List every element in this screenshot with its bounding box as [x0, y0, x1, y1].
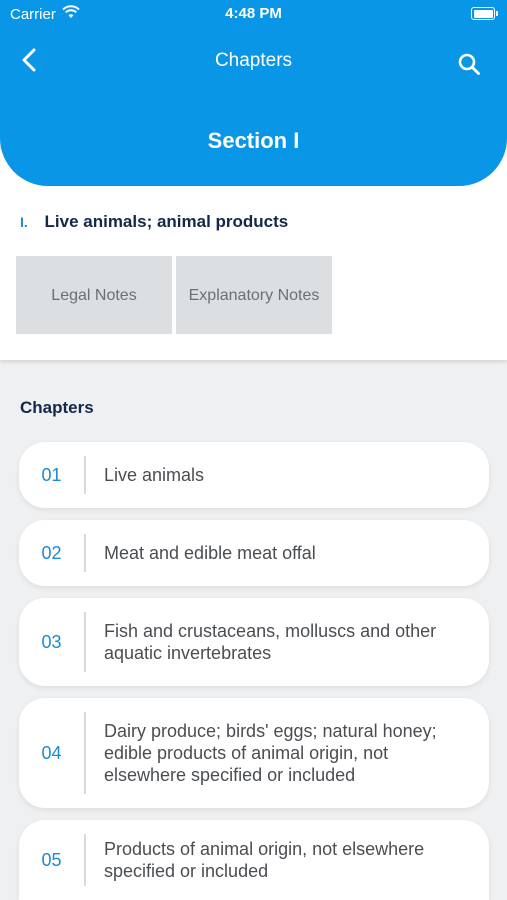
- status-time: 4:48 PM: [225, 5, 282, 22]
- chapter-item-01[interactable]: 01 Live animals: [19, 442, 489, 508]
- chapter-code: 01: [41, 464, 62, 485]
- section-heading: I. Live animals; animal products: [20, 212, 288, 232]
- legal-notes-button[interactable]: Legal Notes: [16, 256, 172, 334]
- chapter-code: 05: [41, 849, 62, 870]
- chapter-title: Dairy produce; birds' eggs; natural hone…: [104, 721, 437, 785]
- header: Carrier 4:48 PM Chapters Section I: [0, 0, 507, 186]
- chapter-item-04[interactable]: 04 Dairy produce; birds' eggs; natural h…: [19, 698, 489, 808]
- status-bar: Carrier 4:48 PM: [0, 0, 507, 28]
- explanatory-notes-button[interactable]: Explanatory Notes: [176, 256, 332, 334]
- chapter-title: Live animals: [104, 465, 205, 485]
- page-title: Chapters: [214, 50, 293, 71]
- chapter-item-03[interactable]: 03 Fish and crustaceans, molluscs and ot…: [19, 598, 489, 686]
- chapter-title: Fish and crustaceans, molluscs and other…: [104, 621, 437, 663]
- battery-icon: [471, 7, 498, 20]
- chapter-code: 03: [41, 631, 62, 652]
- chapter-item-05[interactable]: 05 Products of animal origin, not elsewh…: [19, 820, 489, 900]
- section-name: Live animals; animal products: [44, 212, 289, 231]
- chapters-heading: Chapters: [20, 398, 94, 417]
- section-title: Section I: [207, 128, 300, 153]
- section-number: I.: [20, 214, 28, 230]
- search-icon[interactable]: [457, 52, 481, 76]
- chapter-code: 04: [41, 742, 62, 763]
- chapter-item-02[interactable]: 02 Meat and edible meat offal: [19, 520, 489, 586]
- chapter-title: Products of animal origin, not elsewhere…: [104, 839, 425, 881]
- chapter-title: Meat and edible meat offal: [104, 543, 316, 563]
- chapter-code: 02: [41, 542, 62, 563]
